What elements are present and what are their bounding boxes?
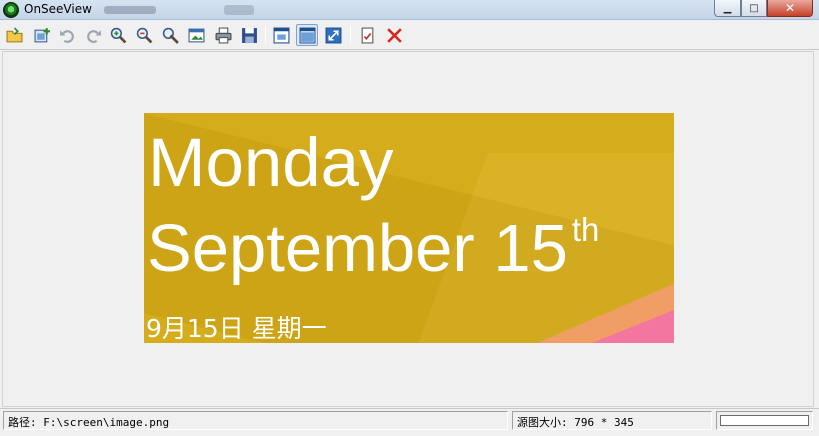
app-eye-icon (3, 2, 19, 18)
notes-button[interactable] (356, 24, 378, 46)
progress-pane (716, 411, 813, 430)
maximize-button[interactable]: □ (741, 0, 767, 17)
title-bar: OnSeeView ▁ □ ✕ (0, 0, 819, 20)
file-path: 路径: F:\screen\image.png (3, 411, 508, 430)
save-icon (241, 27, 257, 43)
chinese-date-text: 9月15日 星期一 (146, 314, 327, 343)
fullscreen-button[interactable] (322, 24, 344, 46)
image-properties-icon (188, 28, 204, 42)
close-icon: ✕ (784, 1, 796, 15)
minimize-icon: ▁ (723, 2, 732, 14)
save-button[interactable] (238, 24, 260, 46)
blurred-tab-text (224, 5, 254, 15)
date-main: September 15 (147, 211, 568, 286)
properties-button[interactable] (185, 24, 207, 46)
adjust-button[interactable] (159, 24, 181, 46)
progress-bar (720, 415, 809, 426)
add-image-button[interactable] (31, 24, 53, 46)
add-image-icon (34, 27, 50, 42)
window-title: OnSeeView (24, 2, 92, 16)
maximize-icon: □ (749, 2, 759, 14)
image-size: 源图大小: 796 * 345 (512, 411, 712, 430)
open-folder-icon (6, 26, 22, 42)
zoom-in-button[interactable] (107, 24, 129, 46)
print-icon (215, 27, 231, 43)
weekday-text: Monday (148, 124, 394, 201)
redo-icon (86, 29, 101, 43)
fullscreen-icon (325, 27, 341, 43)
image-viewport[interactable]: Monday September 15th 9月15日 星期一 (2, 51, 814, 407)
magic-wand-icon (162, 27, 179, 44)
date-suffix: th (571, 211, 600, 248)
actual-size-icon (299, 27, 315, 43)
close-image-icon (386, 27, 402, 43)
close-image-button[interactable] (383, 24, 405, 46)
close-window-button[interactable]: ✕ (767, 0, 813, 17)
zoom-in-icon (110, 27, 126, 43)
open-button[interactable] (3, 24, 25, 46)
window-fit-icon (273, 27, 289, 43)
zoom-out-button[interactable] (133, 24, 155, 46)
date-text: September 15th (147, 213, 599, 282)
blurred-tab-text (104, 6, 156, 14)
pink-triangle (592, 310, 674, 343)
fit-window-button[interactable] (270, 24, 292, 46)
undo-button[interactable] (56, 24, 78, 46)
print-button[interactable] (212, 24, 234, 46)
actual-size-button[interactable] (296, 24, 318, 46)
toolbar-separator (265, 26, 266, 44)
toolbar-separator (350, 26, 351, 44)
redo-button[interactable] (82, 24, 104, 46)
undo-icon (59, 29, 74, 43)
minimize-button[interactable]: ▁ (714, 0, 741, 17)
displayed-image: Monday September 15th 9月15日 星期一 (144, 113, 674, 343)
status-bar: 路径: F:\screen\image.png 源图大小: 796 * 345 (0, 408, 819, 436)
zoom-out-icon (136, 27, 152, 43)
toolbar (0, 21, 819, 50)
notes-icon (361, 27, 373, 43)
